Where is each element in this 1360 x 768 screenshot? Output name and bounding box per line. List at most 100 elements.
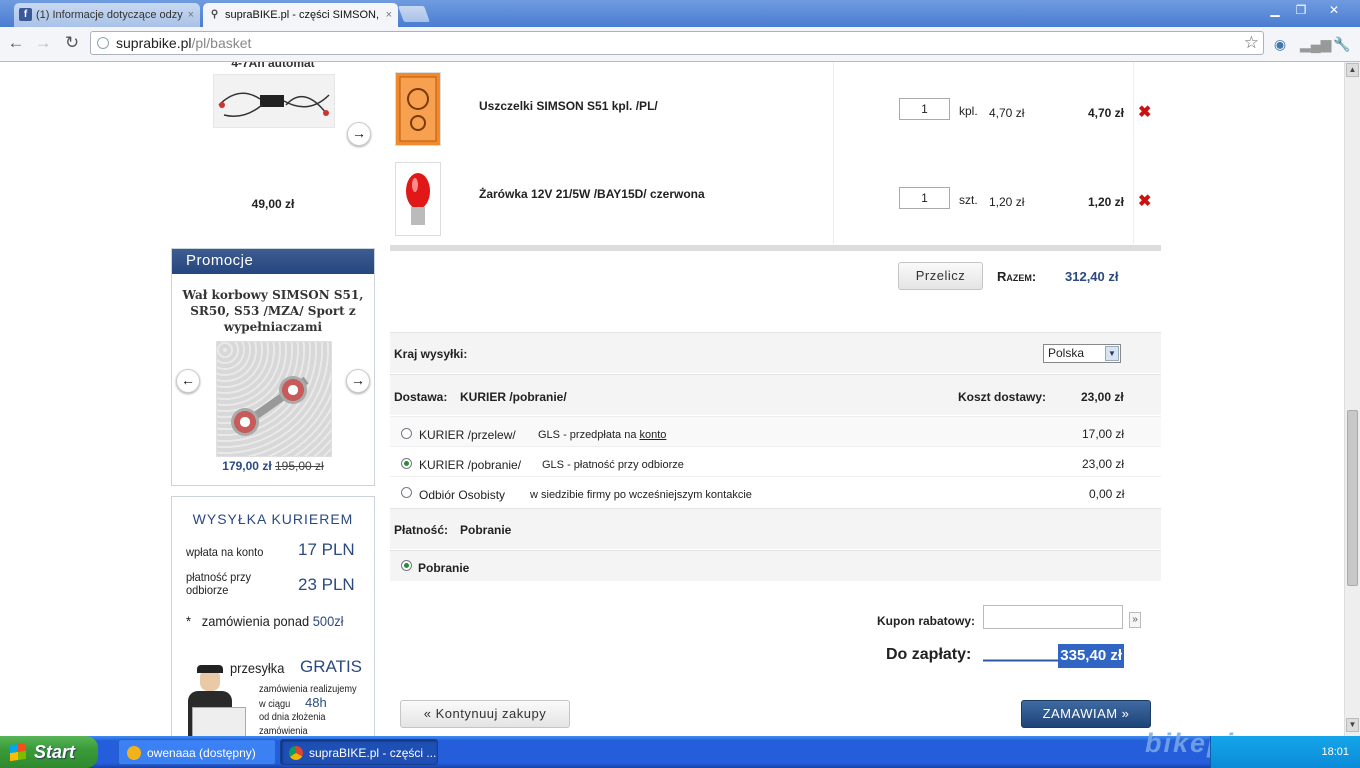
prev-product-image[interactable] bbox=[213, 74, 335, 128]
bike-icon: ⚲ bbox=[210, 9, 219, 20]
eye-extension-icon[interactable]: ◉ bbox=[1270, 34, 1290, 54]
restore-button[interactable]: ❐ bbox=[1288, 2, 1314, 18]
scroll-up-icon[interactable]: ▲ bbox=[1346, 63, 1359, 77]
delivery-value: KURIER /pobranie/ bbox=[460, 390, 567, 404]
prev-arrow-icon[interactable]: ← bbox=[176, 369, 200, 393]
tab-label: (1) Informacje dotyczące odzy bbox=[36, 9, 183, 21]
shipping-option[interactable]: KURIER /przelew/ GLS - przedpłata na kon… bbox=[390, 416, 1161, 447]
divider bbox=[390, 245, 1161, 251]
minimize-button[interactable]: ▁ bbox=[1262, 2, 1288, 18]
radio-button[interactable] bbox=[401, 428, 412, 439]
shipping-ad-row3: * zamówienia ponad 500zł bbox=[186, 613, 344, 629]
shipping-ad-row3-text: zamówienia ponad bbox=[201, 613, 310, 629]
shipping-option-desc: GLS - płatność przy odbiorze bbox=[542, 459, 684, 471]
shipping-ad-row2-label: płatność przy odbiorze bbox=[186, 570, 252, 597]
shipping-option-desc: w siedzibie firmy po wcześniejszym konta… bbox=[530, 489, 752, 501]
shipping-option[interactable]: Odbiór Osobisty w siedzibie firmy po wcz… bbox=[390, 476, 1161, 507]
radio-button[interactable] bbox=[401, 458, 412, 469]
delete-icon[interactable]: ✖ bbox=[1138, 194, 1151, 210]
start-button[interactable]: Start bbox=[0, 736, 98, 768]
cart-item-image[interactable] bbox=[395, 162, 441, 236]
shipping-ad-line2: w ciągu bbox=[259, 699, 291, 710]
clock: 18:01 bbox=[1321, 746, 1349, 758]
promo-box: Promocje Wał korbowy SIMSON S51, SR50, S… bbox=[171, 248, 375, 486]
tab-suprabike[interactable]: ⚲ supraBIKE.pl - części SIMSON, × bbox=[203, 3, 398, 27]
back-icon[interactable]: ← bbox=[6, 33, 26, 53]
browser-tab-strip: f (1) Informacje dotyczące odzy × ⚲ supr… bbox=[0, 0, 1360, 27]
forward-icon[interactable]: → bbox=[33, 33, 53, 53]
taskbar-item-messenger[interactable]: owenaaa (dostępny) bbox=[118, 739, 276, 765]
payment-option-band bbox=[390, 550, 1161, 581]
scroll-down-icon[interactable]: ▼ bbox=[1346, 718, 1359, 732]
scrollbar-thumb[interactable] bbox=[1347, 410, 1358, 586]
taskbar-item-label: owenaaa (dostępny) bbox=[147, 746, 256, 760]
recalculate-button[interactable]: Przelicz bbox=[898, 262, 983, 290]
page-scrollbar[interactable]: ▲ ▼ bbox=[1344, 62, 1360, 736]
taskbar-item-chrome[interactable]: supraBIKE.pl - części ... bbox=[280, 739, 438, 765]
messenger-icon bbox=[127, 746, 141, 760]
prev-product-title[interactable]: 4-7Ah automat bbox=[212, 62, 334, 70]
tab-facebook[interactable]: f (1) Informacje dotyczące odzy × bbox=[14, 3, 200, 27]
close-tab-icon[interactable]: × bbox=[188, 3, 194, 27]
new-tab-button[interactable] bbox=[398, 6, 430, 22]
cart-item-unit: szt. bbox=[959, 193, 978, 207]
cart-item-total: 1,20 zł bbox=[1087, 195, 1124, 209]
cart-item-name[interactable]: Uszczelki SIMSON S51 kpl. /PL/ bbox=[479, 99, 658, 113]
promo-product-name[interactable]: Wał korbowy SIMSON S51, SR50, S53 /MZA/ … bbox=[178, 287, 368, 335]
shipping-ad-line4: zamówienia bbox=[259, 726, 308, 736]
coupon-input[interactable] bbox=[983, 605, 1123, 629]
taskbar-item-label: supraBIKE.pl - części ... bbox=[309, 746, 437, 760]
next-arrow-icon[interactable]: → bbox=[346, 369, 370, 393]
cart-item-image[interactable] bbox=[395, 72, 441, 146]
country-select[interactable]: Polska ▼ bbox=[1043, 344, 1121, 363]
address-bar[interactable]: suprabike.pl/pl/basket ☆ bbox=[90, 31, 1264, 55]
cart-item-name[interactable]: Żarówka 12V 21/5W /BAY15D/ czerwona bbox=[479, 187, 705, 201]
stats-extension-icon[interactable]: ▂▄▆ bbox=[1300, 34, 1331, 54]
cart-row: Żarówka 12V 21/5W /BAY15D/ czerwona 1 sz… bbox=[390, 158, 1161, 244]
shipping-ad-line3: od dnia złożenia bbox=[259, 712, 326, 723]
windows-flag-icon bbox=[10, 742, 26, 762]
cart-item-unit-price: 1,20 zł bbox=[989, 195, 1025, 209]
promo-price: 179,00 zł 195,00 zł bbox=[172, 459, 374, 473]
quantity-input[interactable]: 1 bbox=[899, 187, 950, 209]
promo-product-image[interactable] bbox=[216, 341, 332, 457]
system-tray: 18:01 bbox=[1210, 736, 1360, 768]
sum-label: Razem: bbox=[997, 269, 1037, 284]
tab-label: supraBIKE.pl - części SIMSON, bbox=[225, 9, 380, 21]
quantity-input[interactable]: 1 bbox=[899, 98, 950, 120]
close-window-button[interactable]: ✕ bbox=[1320, 2, 1348, 18]
promo-price-now: 179,00 zł bbox=[222, 459, 272, 473]
next-arrow-icon[interactable]: → bbox=[347, 122, 371, 146]
wrench-icon[interactable]: 🔧 bbox=[1332, 34, 1352, 54]
promo-heading: Promocje bbox=[172, 249, 374, 274]
topay-label: Do zapłaty: bbox=[886, 646, 972, 663]
coupon-apply-button[interactable]: » bbox=[1129, 612, 1141, 628]
prev-product-price: 49,00 zł bbox=[251, 197, 295, 211]
chevron-down-icon[interactable]: ▼ bbox=[1105, 346, 1119, 361]
delete-icon[interactable]: ✖ bbox=[1138, 105, 1151, 121]
konto-link[interactable]: konto bbox=[640, 429, 667, 441]
country-select-value: Polska bbox=[1048, 346, 1085, 360]
order-button[interactable]: ZAMAWIAM » bbox=[1021, 700, 1151, 728]
bookmark-star-icon[interactable]: ☆ bbox=[1244, 32, 1259, 54]
continue-shopping-button[interactable]: « Kontynuuj zakupy bbox=[400, 700, 570, 728]
cart-item-unit: kpl. bbox=[959, 104, 978, 118]
shipping-option-price: 23,00 zł bbox=[1082, 457, 1125, 471]
cart-row: Uszczelki SIMSON S51 kpl. /PL/ 1 kpl. 4,… bbox=[390, 68, 1161, 154]
topay-value-box: 335,40 zł bbox=[983, 644, 1124, 670]
shipping-option-name: Odbiór Osobisty bbox=[419, 488, 506, 502]
sum-value: 312,40 zł bbox=[1065, 269, 1119, 284]
payment-option[interactable]: Pobranie bbox=[418, 561, 469, 575]
shipping-ad-row3-value: 500zł bbox=[312, 613, 344, 629]
url-path: /pl/basket bbox=[191, 35, 252, 51]
shipping-ad-free-value: GRATIS bbox=[300, 657, 363, 676]
chrome-icon bbox=[289, 746, 303, 760]
shipping-ad-row1-label: wpłata na konto bbox=[186, 545, 264, 559]
radio-button[interactable] bbox=[401, 560, 412, 571]
shipping-option[interactable]: KURIER /pobranie/ GLS - płatność przy od… bbox=[390, 446, 1161, 477]
close-tab-icon[interactable]: × bbox=[386, 3, 392, 27]
topay-value: 335,40 zł bbox=[1058, 644, 1124, 668]
payment-value: Pobranie bbox=[460, 523, 512, 537]
reload-icon[interactable]: ↻ bbox=[62, 33, 82, 53]
radio-button[interactable] bbox=[401, 487, 412, 498]
